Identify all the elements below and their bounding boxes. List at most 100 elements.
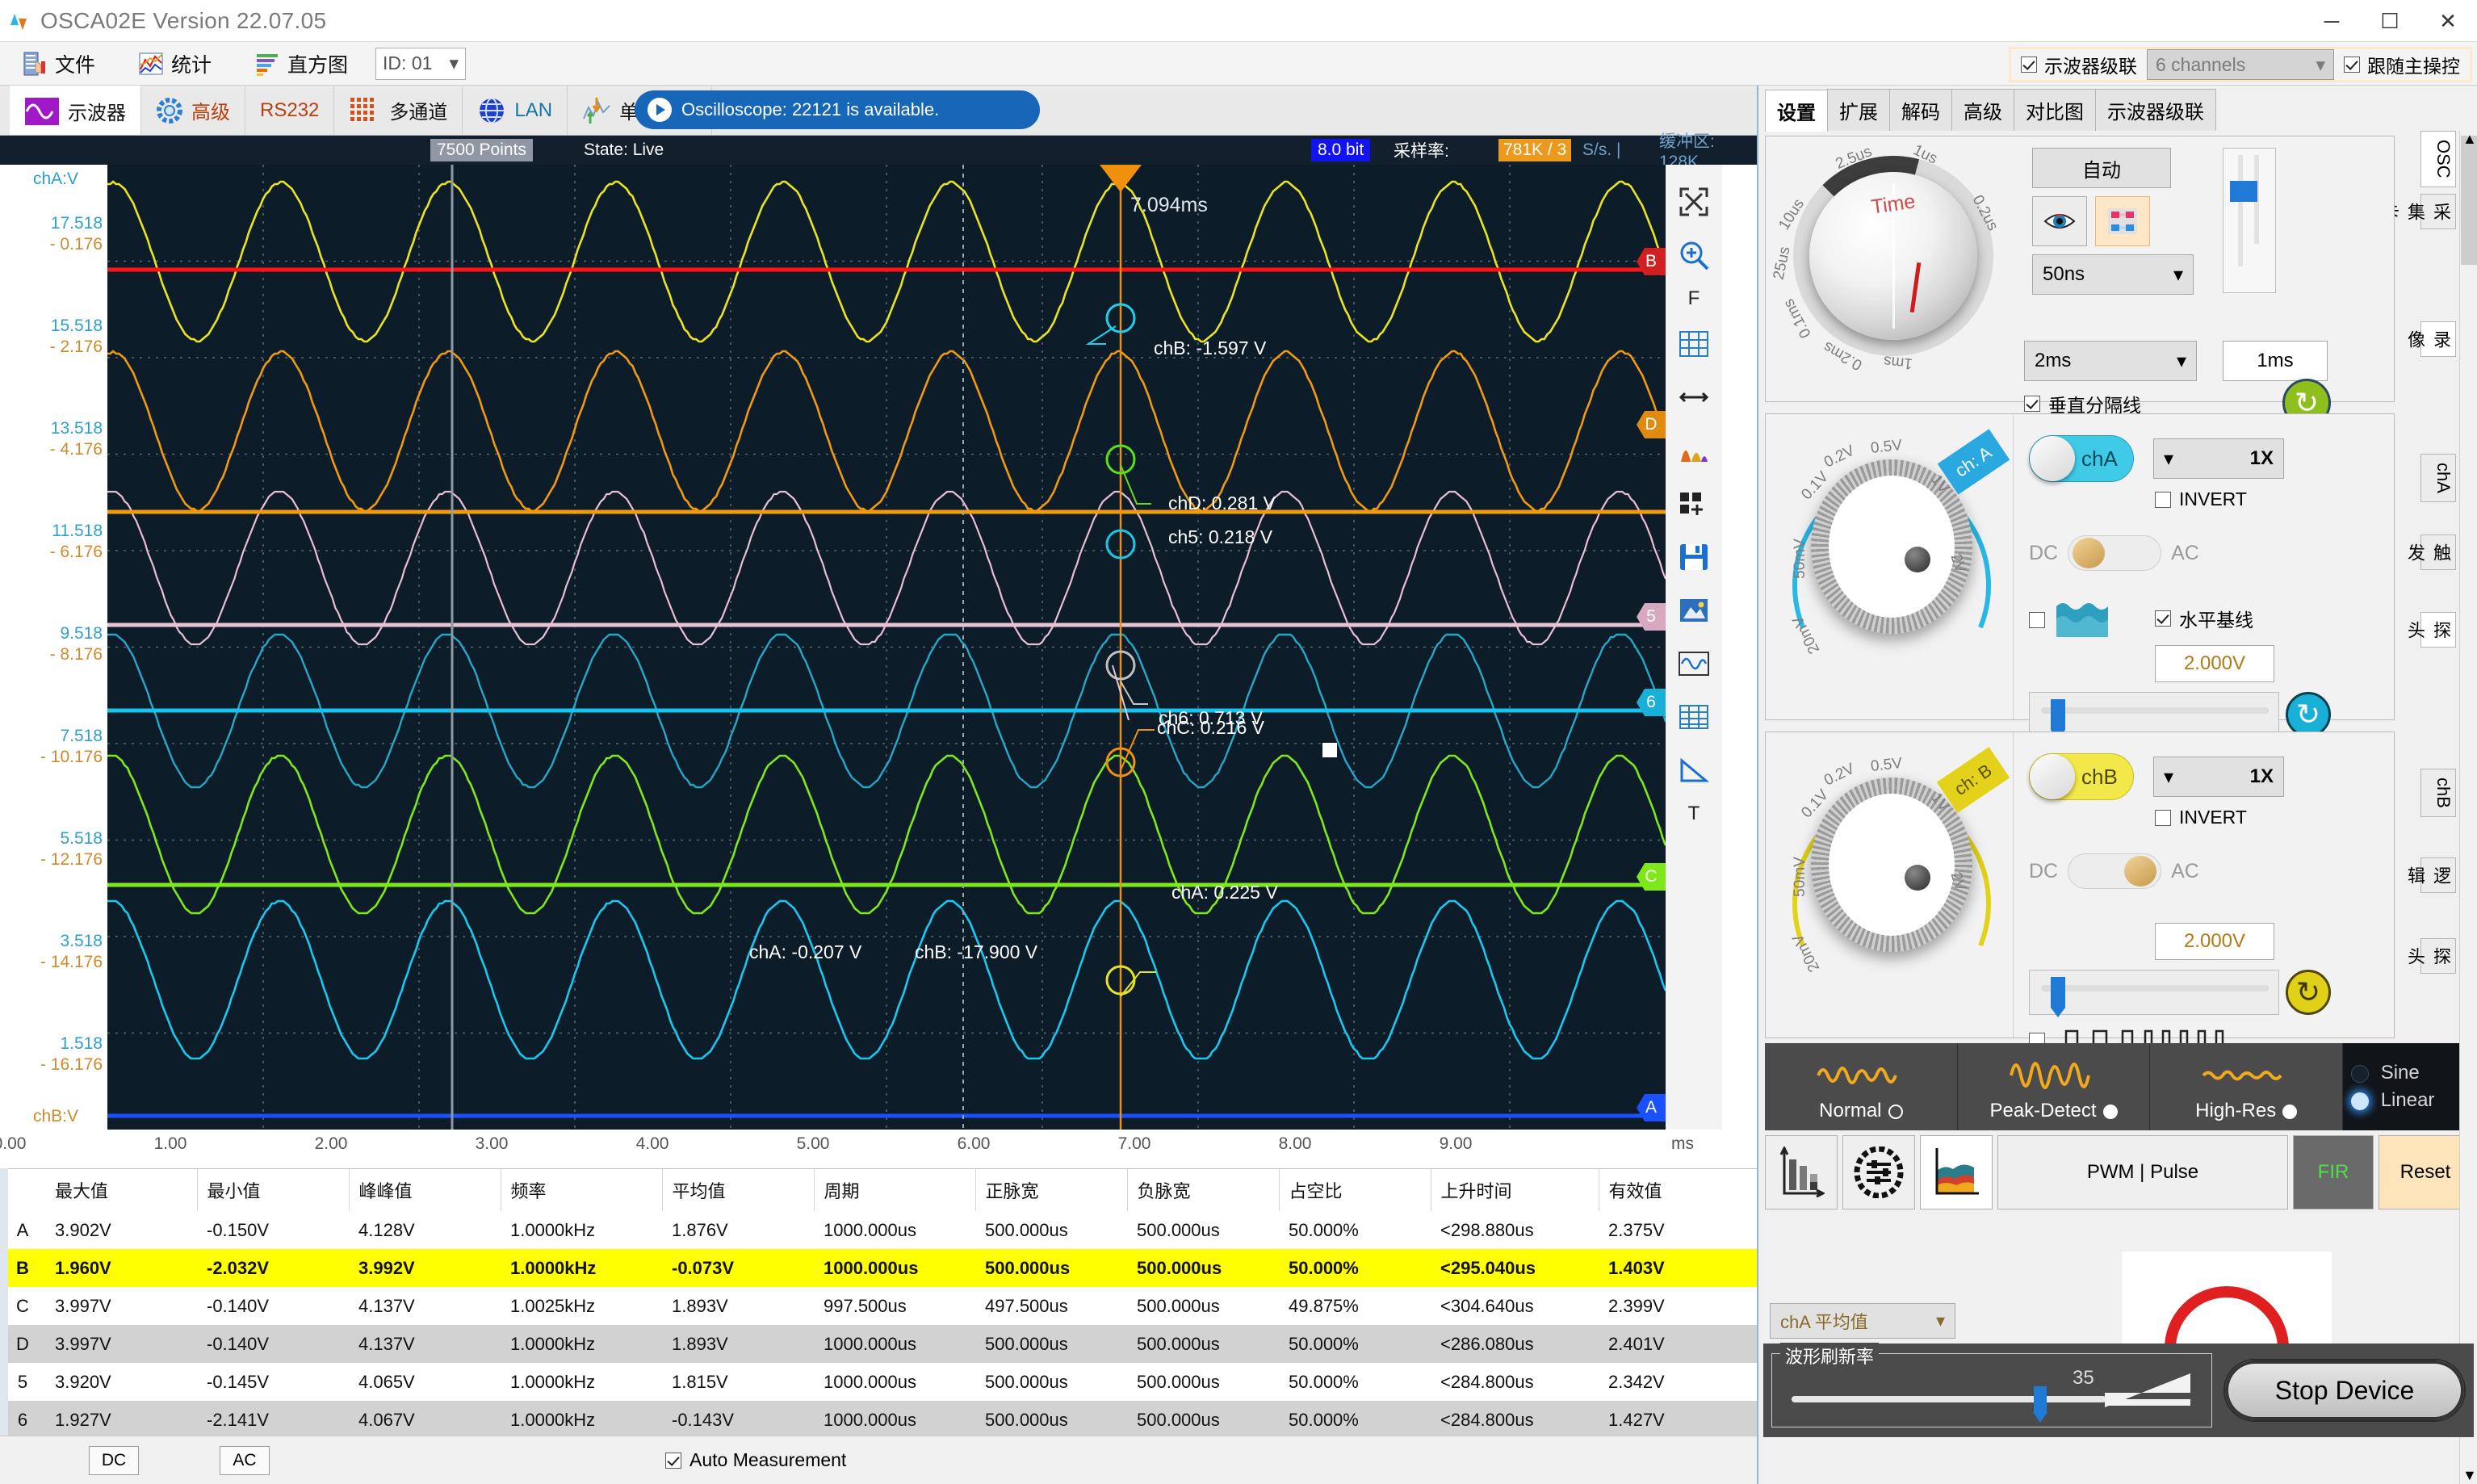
side-tab-探头[interactable]: 探头 [2405, 612, 2456, 648]
fft-icon[interactable] [1673, 430, 1715, 472]
acq-radio[interactable] [1888, 1104, 1903, 1119]
image-icon[interactable] [1673, 589, 1715, 631]
side-tab-触发[interactable]: 触发 [2405, 534, 2456, 570]
timebase-select[interactable]: 2ms ▾ [2024, 341, 2197, 381]
table-icon[interactable] [1673, 696, 1715, 738]
chA-average-select[interactable]: chA 平均值 ▾ [1770, 1303, 1955, 1339]
pwm-pulse-button[interactable]: PWM | Pulse [1997, 1135, 2288, 1209]
right-tab-1[interactable]: 扩展 [1827, 89, 1890, 131]
table-row[interactable]: 6 1.927V -2.141V 4.067V 1.0000kHz -0.143V 1000… [0, 1401, 1757, 1439]
fir-button[interactable]: FIR [2293, 1135, 2374, 1209]
acq-radio[interactable] [2102, 1104, 2118, 1119]
acq-mode-normal[interactable]: Normal [1765, 1043, 1958, 1130]
zoom-icon[interactable] [1673, 234, 1715, 276]
chevron-down-icon[interactable]: ▼ [2462, 1467, 2477, 1484]
grid-pattern-icon[interactable] [2095, 196, 2150, 246]
chA-reset-button[interactable]: ↻ [2286, 692, 2331, 737]
tab-oscilloscope[interactable]: 示波器 [10, 86, 141, 135]
chA-baseline-row[interactable]: 水平基线 [2155, 605, 2253, 632]
tab-advanced[interactable]: 高级 [141, 86, 245, 135]
acq-radio[interactable] [2282, 1104, 2298, 1119]
eye-icon[interactable] [2032, 196, 2087, 246]
scrollbar-thumb[interactable] [2461, 136, 2477, 265]
right-tab-4[interactable]: 对比图 [2014, 89, 2096, 131]
expand-icon[interactable] [1673, 181, 1715, 223]
reset-button[interactable]: Reset [2379, 1135, 2472, 1209]
chB-reset-button[interactable]: ↻ [2286, 970, 2331, 1015]
right-tab-5[interactable]: 示波器级联 [2095, 89, 2216, 131]
vertical-divider-checkbox[interactable] [2024, 396, 2040, 412]
chA-offset-slider[interactable] [2029, 692, 2279, 740]
auto-measurement-row[interactable]: Auto Measurement [665, 1449, 846, 1471]
auto-button[interactable]: 自动 [2032, 148, 2171, 188]
time-knob[interactable]: Time 10us 25us 0.1ms 0.2ms 1ms 0.2us 1us… [1771, 141, 2001, 373]
close-button[interactable]: ✕ [2419, 0, 2477, 42]
chB-coupling-row[interactable]: DC AC [2029, 853, 2199, 889]
chB-coupling-toggle[interactable] [2068, 853, 2162, 889]
cascade-checkbox-row[interactable]: 示波器级联 [2011, 49, 2147, 80]
chA-wave-checkbox[interactable] [2029, 612, 2045, 628]
interpolation-selector[interactable]: Sine Linear [2343, 1043, 2473, 1130]
slider-thumb[interactable] [2230, 181, 2257, 202]
chA-enable-toggle[interactable]: chA [2029, 435, 2134, 482]
right-tab-0[interactable]: 设置 [1765, 90, 1828, 132]
table-row[interactable]: D 3.997V -0.140V 4.137V 1.0000kHz 1.893V 1000.… [0, 1325, 1757, 1363]
refresh-slider-track[interactable] [1792, 1396, 2106, 1402]
chA-coupling-toggle[interactable] [2068, 535, 2162, 571]
side-tab-逻辑[interactable]: 逻辑 [2405, 857, 2456, 893]
chA-coupling-row[interactable]: DC AC [2029, 535, 2199, 571]
oscilloscope-status-banner[interactable]: Oscilloscope: 22121 is available. [635, 90, 1040, 129]
time-vertical-slider[interactable] [2223, 148, 2276, 293]
ac-coupling-button[interactable]: AC [220, 1445, 270, 1475]
area-chart-icon[interactable] [1920, 1135, 1993, 1209]
acq-mode-high-res[interactable]: High-Res [2150, 1043, 2344, 1130]
chA-invert-row[interactable]: INVERT [2155, 488, 2247, 510]
side-tab-OSC[interactable]: OSC [2420, 131, 2456, 187]
save-icon[interactable] [1673, 536, 1715, 578]
chB-enable-toggle[interactable]: chB [2029, 753, 2134, 800]
horizontal-arrows-icon[interactable] [1673, 376, 1715, 418]
chB-invert-row[interactable]: INVERT [2155, 807, 2247, 828]
interp-linear-row[interactable]: Linear [2351, 1089, 2472, 1112]
stop-device-button[interactable]: Stop Device [2223, 1359, 2466, 1422]
table-row[interactable]: 5 3.920V -0.145V 4.065V 1.0000kHz 1.815V 1000.… [0, 1363, 1757, 1401]
follow-master-checkbox[interactable] [2344, 57, 2360, 73]
right-tab-2[interactable]: 解码 [1889, 89, 1952, 131]
sample-rate-select[interactable]: 50ns ▾ [2032, 254, 2194, 295]
select-region-icon[interactable] [1673, 483, 1715, 525]
menu-item-histogram[interactable]: 直方图 [233, 44, 369, 84]
interp-sine-row[interactable]: Sine [2351, 1062, 2472, 1084]
bar-chart-icon[interactable] [1765, 1135, 1838, 1209]
grid-icon[interactable] [1673, 323, 1715, 365]
chA-invert-checkbox[interactable] [2155, 491, 2171, 508]
table-row[interactable]: A 3.902V -0.150V 4.128V 1.0000kHz 1.876V 1000.… [0, 1211, 1757, 1249]
table-row[interactable]: C 3.997V -0.140V 4.137V 1.0025kHz 1.893V 997.5… [0, 1287, 1757, 1325]
table-row[interactable]: B 1.960V -2.032V 3.992V 1.0000kHz -0.073V 1000… [0, 1249, 1757, 1287]
chB-offset-slider[interactable] [2029, 970, 2279, 1017]
refresh-slider-thumb[interactable] [2033, 1386, 2047, 1423]
chB-voltage-value[interactable]: 2.000V [2155, 923, 2274, 960]
chB-probe-select[interactable]: ▾ 1X [2153, 757, 2284, 797]
id-select[interactable]: ID: 01 ▾ [375, 47, 467, 80]
settings-gear-icon[interactable] [1842, 1135, 1915, 1209]
chA-wave-row[interactable] [2029, 598, 2116, 642]
auto-measurement-checkbox[interactable] [665, 1452, 681, 1469]
minimize-button[interactable]: ─ [2303, 0, 2361, 42]
menu-item-statistics[interactable]: 统计 [116, 44, 233, 84]
acq-mode-peak-detect[interactable]: Peak-Detect [1957, 1043, 2151, 1130]
follow-master-row[interactable]: 跟随主操控 [2334, 49, 2470, 80]
waveform-icon[interactable] [1673, 643, 1715, 685]
tab-rs232[interactable]: RS232 [245, 86, 335, 135]
chA-baseline-checkbox[interactable] [2155, 610, 2171, 627]
side-tab-采集卡[interactable]: 采集卡 [2379, 194, 2456, 229]
maximize-button[interactable]: ☐ [2361, 0, 2419, 42]
side-tab-chB[interactable]: chB [2420, 769, 2456, 817]
measure-icon[interactable] [1673, 749, 1715, 791]
side-tab-录像[interactable]: 录像 [2405, 321, 2456, 357]
tab-lan[interactable]: LAN [463, 86, 568, 135]
side-tab-探头[interactable]: 探头 [2405, 938, 2456, 974]
chevron-up-icon[interactable]: ▲ [2462, 131, 2477, 148]
chB-invert-checkbox[interactable] [2155, 809, 2171, 826]
chA-probe-select[interactable]: ▾ 1X [2153, 438, 2284, 479]
right-tab-3[interactable]: 高级 [1951, 89, 2014, 131]
